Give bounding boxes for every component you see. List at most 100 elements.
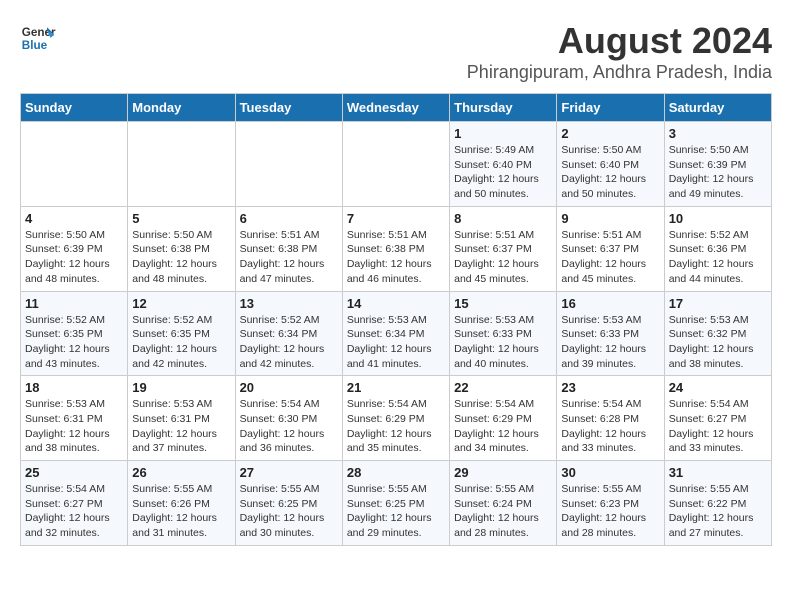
calendar-cell: 4 Sunrise: 5:50 AM Sunset: 6:39 PM Daylig… <box>21 206 128 291</box>
day-info: Sunrise: 5:54 AM Sunset: 6:27 PM Dayligh… <box>25 482 123 541</box>
logo: General Blue <box>20 20 56 56</box>
day-info: Sunrise: 5:50 AM Sunset: 6:40 PM Dayligh… <box>561 143 659 202</box>
logo-icon: General Blue <box>20 20 56 56</box>
day-info: Sunrise: 5:55 AM Sunset: 6:25 PM Dayligh… <box>240 482 338 541</box>
page-title: August 2024 <box>467 20 772 62</box>
day-info: Sunrise: 5:54 AM Sunset: 6:30 PM Dayligh… <box>240 397 338 456</box>
day-number: 19 <box>132 380 230 395</box>
day-info: Sunrise: 5:51 AM Sunset: 6:38 PM Dayligh… <box>347 228 445 287</box>
title-section: August 2024 Phirangipuram, Andhra Prades… <box>467 20 772 83</box>
day-number: 30 <box>561 465 659 480</box>
day-info: Sunrise: 5:54 AM Sunset: 6:29 PM Dayligh… <box>454 397 552 456</box>
day-info: Sunrise: 5:51 AM Sunset: 6:38 PM Dayligh… <box>240 228 338 287</box>
day-number: 25 <box>25 465 123 480</box>
calendar-cell: 15Sunrise: 5:53 AM Sunset: 6:33 PM Dayli… <box>450 291 557 376</box>
calendar-cell: 7 Sunrise: 5:51 AM Sunset: 6:38 PM Daylig… <box>342 206 449 291</box>
calendar-table: SundayMondayTuesdayWednesdayThursdayFrid… <box>20 93 772 546</box>
calendar-cell <box>235 122 342 207</box>
calendar-cell: 12 Sunrise: 5:52 AM Sunset: 6:35 PM Dayli… <box>128 291 235 376</box>
day-number: 6 <box>240 211 338 226</box>
calendar-cell: 10 Sunrise: 5:52 AM Sunset: 6:36 PM Dayli… <box>664 206 771 291</box>
calendar-cell: 11Sunrise: 5:52 AM Sunset: 6:35 PM Dayli… <box>21 291 128 376</box>
day-number: 18 <box>25 380 123 395</box>
calendar-cell: 16 Sunrise: 5:53 AM Sunset: 6:33 PM Dayli… <box>557 291 664 376</box>
page-subtitle: Phirangipuram, Andhra Pradesh, India <box>467 62 772 83</box>
calendar-cell: 31Sunrise: 5:55 AM Sunset: 6:22 PM Dayli… <box>664 461 771 546</box>
day-number: 1 <box>454 126 552 141</box>
weekday-header-thursday: Thursday <box>450 94 557 122</box>
calendar-cell: 25 Sunrise: 5:54 AM Sunset: 6:27 PM Dayli… <box>21 461 128 546</box>
day-info: Sunrise: 5:53 AM Sunset: 6:31 PM Dayligh… <box>25 397 123 456</box>
day-info: Sunrise: 5:53 AM Sunset: 6:33 PM Dayligh… <box>561 313 659 372</box>
calendar-cell: 20 Sunrise: 5:54 AM Sunset: 6:30 PM Dayli… <box>235 376 342 461</box>
day-number: 26 <box>132 465 230 480</box>
day-info: Sunrise: 5:51 AM Sunset: 6:37 PM Dayligh… <box>454 228 552 287</box>
day-number: 16 <box>561 296 659 311</box>
calendar-cell <box>21 122 128 207</box>
day-number: 3 <box>669 126 767 141</box>
calendar-cell <box>128 122 235 207</box>
day-info: Sunrise: 5:50 AM Sunset: 6:39 PM Dayligh… <box>669 143 767 202</box>
day-info: Sunrise: 5:53 AM Sunset: 6:34 PM Dayligh… <box>347 313 445 372</box>
day-number: 9 <box>561 211 659 226</box>
day-info: Sunrise: 5:53 AM Sunset: 6:32 PM Dayligh… <box>669 313 767 372</box>
calendar-cell: 2Sunrise: 5:50 AM Sunset: 6:40 PM Daylig… <box>557 122 664 207</box>
calendar-cell: 24Sunrise: 5:54 AM Sunset: 6:27 PM Dayli… <box>664 376 771 461</box>
day-info: Sunrise: 5:55 AM Sunset: 6:22 PM Dayligh… <box>669 482 767 541</box>
weekday-header-tuesday: Tuesday <box>235 94 342 122</box>
day-number: 8 <box>454 211 552 226</box>
day-info: Sunrise: 5:49 AM Sunset: 6:40 PM Dayligh… <box>454 143 552 202</box>
day-info: Sunrise: 5:54 AM Sunset: 6:29 PM Dayligh… <box>347 397 445 456</box>
calendar-cell: 5 Sunrise: 5:50 AM Sunset: 6:38 PM Daylig… <box>128 206 235 291</box>
day-number: 24 <box>669 380 767 395</box>
calendar-cell: 29 Sunrise: 5:55 AM Sunset: 6:24 PM Dayli… <box>450 461 557 546</box>
day-info: Sunrise: 5:52 AM Sunset: 6:36 PM Dayligh… <box>669 228 767 287</box>
day-number: 7 <box>347 211 445 226</box>
calendar-cell: 13 Sunrise: 5:52 AM Sunset: 6:34 PM Dayli… <box>235 291 342 376</box>
calendar-cell <box>342 122 449 207</box>
calendar-cell: 9 Sunrise: 5:51 AM Sunset: 6:37 PM Daylig… <box>557 206 664 291</box>
calendar-cell: 18 Sunrise: 5:53 AM Sunset: 6:31 PM Dayli… <box>21 376 128 461</box>
weekday-header-wednesday: Wednesday <box>342 94 449 122</box>
day-number: 28 <box>347 465 445 480</box>
calendar-cell: 30 Sunrise: 5:55 AM Sunset: 6:23 PM Dayli… <box>557 461 664 546</box>
day-info: Sunrise: 5:51 AM Sunset: 6:37 PM Dayligh… <box>561 228 659 287</box>
day-number: 10 <box>669 211 767 226</box>
day-info: Sunrise: 5:55 AM Sunset: 6:26 PM Dayligh… <box>132 482 230 541</box>
calendar-cell: 8 Sunrise: 5:51 AM Sunset: 6:37 PM Daylig… <box>450 206 557 291</box>
calendar-cell: 14Sunrise: 5:53 AM Sunset: 6:34 PM Dayli… <box>342 291 449 376</box>
day-info: Sunrise: 5:53 AM Sunset: 6:33 PM Dayligh… <box>454 313 552 372</box>
weekday-header-saturday: Saturday <box>664 94 771 122</box>
weekday-header-friday: Friday <box>557 94 664 122</box>
day-number: 11 <box>25 296 123 311</box>
day-number: 17 <box>669 296 767 311</box>
day-info: Sunrise: 5:55 AM Sunset: 6:24 PM Dayligh… <box>454 482 552 541</box>
calendar-week-5: 25 Sunrise: 5:54 AM Sunset: 6:27 PM Dayli… <box>21 461 772 546</box>
calendar-cell: 22 Sunrise: 5:54 AM Sunset: 6:29 PM Dayli… <box>450 376 557 461</box>
svg-text:Blue: Blue <box>22 39 48 52</box>
weekday-header-row: SundayMondayTuesdayWednesdayThursdayFrid… <box>21 94 772 122</box>
calendar-cell: 6 Sunrise: 5:51 AM Sunset: 6:38 PM Daylig… <box>235 206 342 291</box>
weekday-header-sunday: Sunday <box>21 94 128 122</box>
day-number: 29 <box>454 465 552 480</box>
day-number: 4 <box>25 211 123 226</box>
day-info: Sunrise: 5:52 AM Sunset: 6:34 PM Dayligh… <box>240 313 338 372</box>
day-info: Sunrise: 5:50 AM Sunset: 6:38 PM Dayligh… <box>132 228 230 287</box>
calendar-cell: 17 Sunrise: 5:53 AM Sunset: 6:32 PM Dayli… <box>664 291 771 376</box>
day-number: 12 <box>132 296 230 311</box>
day-info: Sunrise: 5:55 AM Sunset: 6:23 PM Dayligh… <box>561 482 659 541</box>
day-number: 23 <box>561 380 659 395</box>
day-number: 13 <box>240 296 338 311</box>
day-info: Sunrise: 5:50 AM Sunset: 6:39 PM Dayligh… <box>25 228 123 287</box>
calendar-cell: 3 Sunrise: 5:50 AM Sunset: 6:39 PM Daylig… <box>664 122 771 207</box>
calendar-week-1: 1 Sunrise: 5:49 AM Sunset: 6:40 PM Daylig… <box>21 122 772 207</box>
day-number: 22 <box>454 380 552 395</box>
calendar-cell: 1 Sunrise: 5:49 AM Sunset: 6:40 PM Daylig… <box>450 122 557 207</box>
day-number: 27 <box>240 465 338 480</box>
calendar-cell: 19Sunrise: 5:53 AM Sunset: 6:31 PM Dayli… <box>128 376 235 461</box>
calendar-cell: 28Sunrise: 5:55 AM Sunset: 6:25 PM Dayli… <box>342 461 449 546</box>
day-number: 5 <box>132 211 230 226</box>
day-info: Sunrise: 5:52 AM Sunset: 6:35 PM Dayligh… <box>132 313 230 372</box>
day-number: 20 <box>240 380 338 395</box>
day-number: 21 <box>347 380 445 395</box>
